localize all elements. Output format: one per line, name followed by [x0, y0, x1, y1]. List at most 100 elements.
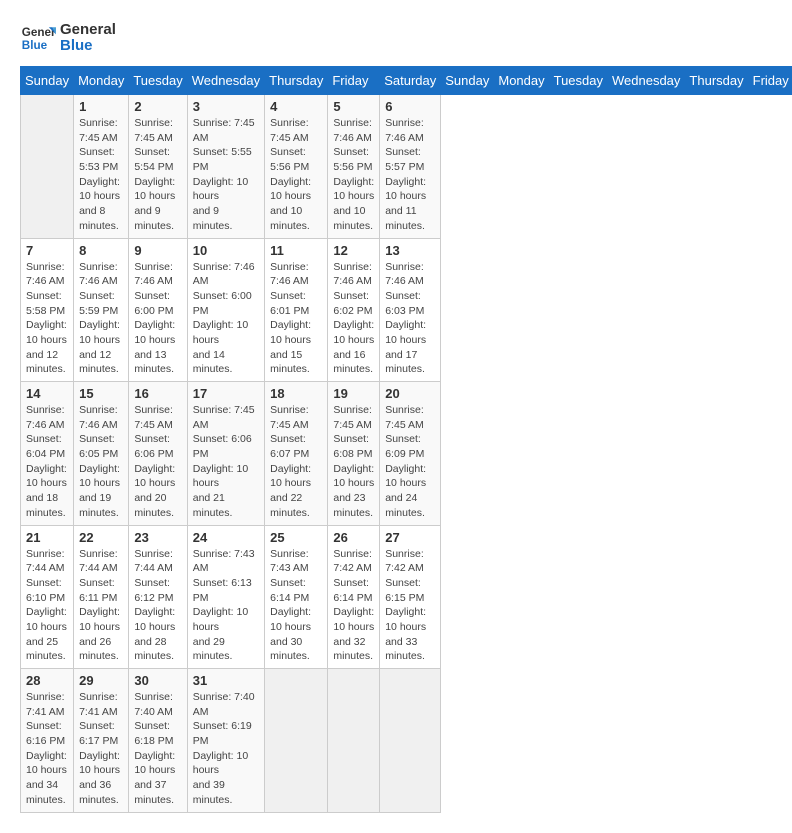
- day-info: Sunrise: 7:46 AM Sunset: 5:59 PM Dayligh…: [79, 260, 123, 378]
- calendar-cell: 17Sunrise: 7:45 AM Sunset: 6:06 PM Dayli…: [187, 382, 264, 526]
- day-info: Sunrise: 7:42 AM Sunset: 6:15 PM Dayligh…: [385, 547, 435, 665]
- day-number: 20: [385, 386, 435, 401]
- calendar-cell: 19 Sunrise: 7:45 AM Sunset: 6:08 PM Dayli…: [328, 382, 380, 526]
- day-header-wednesday: Wednesday: [608, 67, 685, 95]
- calendar-cell: 13Sunrise: 7:46 AM Sunset: 6:03 PM Dayli…: [380, 238, 441, 382]
- logo-general-text: General: [60, 21, 116, 38]
- calendar-week-row: 14 Sunrise: 7:46 AM Sunset: 6:04 PM Dayli…: [21, 382, 792, 526]
- calendar-header-row: SundayMondayTuesdayWednesdayThursdayFrid…: [21, 67, 792, 95]
- day-header-friday: Friday: [748, 67, 792, 95]
- calendar-cell: 14 Sunrise: 7:46 AM Sunset: 6:04 PM Dayli…: [21, 382, 74, 526]
- calendar-cell: 16Sunrise: 7:45 AM Sunset: 6:06 PM Dayli…: [129, 382, 187, 526]
- calendar-cell: 25 Sunrise: 7:43 AM Sunset: 6:14 PM Dayli…: [265, 525, 328, 669]
- day-number: 7: [26, 243, 68, 258]
- day-info: Sunrise: 7:45 AM Sunset: 6:06 PM Dayligh…: [134, 403, 181, 521]
- calendar-cell: 31 Sunrise: 7:40 AM Sunset: 6:19 PM Dayli…: [187, 669, 264, 813]
- day-info: Sunrise: 7:45 AM Sunset: 6:09 PM Dayligh…: [385, 403, 435, 521]
- day-number: 17: [193, 386, 259, 401]
- day-info: Sunrise: 7:45 AM Sunset: 5:54 PM Dayligh…: [134, 116, 181, 234]
- calendar-cell: 1Sunrise: 7:45 AM Sunset: 5:53 PM Daylig…: [74, 95, 129, 239]
- day-number: 9: [134, 243, 181, 258]
- calendar-cell: [328, 669, 380, 813]
- calendar-cell: 24Sunrise: 7:43 AM Sunset: 6:13 PM Dayli…: [187, 525, 264, 669]
- day-number: 30: [134, 673, 181, 688]
- day-number: 31: [193, 673, 259, 688]
- day-info: Sunrise: 7:46 AM Sunset: 6:04 PM Dayligh…: [26, 403, 68, 521]
- day-number: 19: [333, 386, 374, 401]
- day-number: 3: [193, 99, 259, 114]
- day-info: Sunrise: 7:45 AM Sunset: 5:55 PM Dayligh…: [193, 116, 259, 234]
- day-number: 22: [79, 530, 123, 545]
- calendar-cell: 21 Sunrise: 7:44 AM Sunset: 6:10 PM Dayli…: [21, 525, 74, 669]
- calendar-table: SundayMondayTuesdayWednesdayThursdayFrid…: [20, 66, 792, 813]
- calendar-cell: [265, 669, 328, 813]
- calendar-cell: 10 Sunrise: 7:46 AM Sunset: 6:00 PM Dayli…: [187, 238, 264, 382]
- day-header-friday: Friday: [328, 67, 380, 95]
- day-number: 6: [385, 99, 435, 114]
- day-info: Sunrise: 7:45 AM Sunset: 5:56 PM Dayligh…: [270, 116, 322, 234]
- day-info: Sunrise: 7:42 AM Sunset: 6:14 PM Dayligh…: [333, 547, 374, 665]
- calendar-cell: 23 Sunrise: 7:44 AM Sunset: 6:12 PM Dayli…: [129, 525, 187, 669]
- day-header-thursday: Thursday: [265, 67, 328, 95]
- day-info: Sunrise: 7:45 AM Sunset: 6:07 PM Dayligh…: [270, 403, 322, 521]
- day-info: Sunrise: 7:44 AM Sunset: 6:11 PM Dayligh…: [79, 547, 123, 665]
- logo-icon: General Blue: [20, 20, 56, 56]
- calendar-cell: 7Sunrise: 7:46 AM Sunset: 5:58 PM Daylig…: [21, 238, 74, 382]
- day-info: Sunrise: 7:46 AM Sunset: 6:02 PM Dayligh…: [333, 260, 374, 378]
- calendar-cell: 3 Sunrise: 7:45 AM Sunset: 5:55 PM Daylig…: [187, 95, 264, 239]
- day-info: Sunrise: 7:46 AM Sunset: 6:00 PM Dayligh…: [134, 260, 181, 378]
- day-number: 8: [79, 243, 123, 258]
- day-header-monday: Monday: [74, 67, 129, 95]
- calendar-cell: [380, 669, 441, 813]
- day-number: 11: [270, 243, 322, 258]
- day-header-monday: Monday: [494, 67, 549, 95]
- day-number: 21: [26, 530, 68, 545]
- day-info: Sunrise: 7:46 AM Sunset: 6:01 PM Dayligh…: [270, 260, 322, 378]
- day-number: 15: [79, 386, 123, 401]
- day-number: 18: [270, 386, 322, 401]
- calendar-week-row: 7Sunrise: 7:46 AM Sunset: 5:58 PM Daylig…: [21, 238, 792, 382]
- day-header-sunday: Sunday: [441, 67, 494, 95]
- day-info: Sunrise: 7:46 AM Sunset: 6:00 PM Dayligh…: [193, 260, 259, 378]
- day-number: 10: [193, 243, 259, 258]
- calendar-cell: 18 Sunrise: 7:45 AM Sunset: 6:07 PM Dayli…: [265, 382, 328, 526]
- day-info: Sunrise: 7:44 AM Sunset: 6:12 PM Dayligh…: [134, 547, 181, 665]
- day-number: 2: [134, 99, 181, 114]
- day-info: Sunrise: 7:46 AM Sunset: 5:56 PM Dayligh…: [333, 116, 374, 234]
- calendar-cell: 4 Sunrise: 7:45 AM Sunset: 5:56 PM Daylig…: [265, 95, 328, 239]
- calendar-cell: 26Sunrise: 7:42 AM Sunset: 6:14 PM Dayli…: [328, 525, 380, 669]
- day-number: 25: [270, 530, 322, 545]
- calendar-week-row: 28 Sunrise: 7:41 AM Sunset: 6:16 PM Dayli…: [21, 669, 792, 813]
- calendar-cell: 30Sunrise: 7:40 AM Sunset: 6:18 PM Dayli…: [129, 669, 187, 813]
- calendar-cell: 12Sunrise: 7:46 AM Sunset: 6:02 PM Dayli…: [328, 238, 380, 382]
- day-info: Sunrise: 7:46 AM Sunset: 5:57 PM Dayligh…: [385, 116, 435, 234]
- calendar-cell: 29Sunrise: 7:41 AM Sunset: 6:17 PM Dayli…: [74, 669, 129, 813]
- day-number: 4: [270, 99, 322, 114]
- calendar-cell: 9 Sunrise: 7:46 AM Sunset: 6:00 PM Daylig…: [129, 238, 187, 382]
- day-info: Sunrise: 7:43 AM Sunset: 6:14 PM Dayligh…: [270, 547, 322, 665]
- logo-blue-text: Blue: [60, 37, 93, 54]
- day-number: 28: [26, 673, 68, 688]
- day-number: 1: [79, 99, 123, 114]
- day-number: 5: [333, 99, 374, 114]
- calendar-cell: 15 Sunrise: 7:46 AM Sunset: 6:05 PM Dayli…: [74, 382, 129, 526]
- day-header-tuesday: Tuesday: [549, 67, 607, 95]
- calendar-cell: 11 Sunrise: 7:46 AM Sunset: 6:01 PM Dayli…: [265, 238, 328, 382]
- day-info: Sunrise: 7:46 AM Sunset: 6:05 PM Dayligh…: [79, 403, 123, 521]
- day-number: 23: [134, 530, 181, 545]
- page-header: General Blue General Blue: [20, 20, 772, 56]
- calendar-week-row: 1Sunrise: 7:45 AM Sunset: 5:53 PM Daylig…: [21, 95, 792, 239]
- day-info: Sunrise: 7:41 AM Sunset: 6:16 PM Dayligh…: [26, 690, 68, 808]
- svg-text:Blue: Blue: [22, 39, 48, 52]
- calendar-cell: 22 Sunrise: 7:44 AM Sunset: 6:11 PM Dayli…: [74, 525, 129, 669]
- day-number: 14: [26, 386, 68, 401]
- day-number: 24: [193, 530, 259, 545]
- day-info: Sunrise: 7:40 AM Sunset: 6:19 PM Dayligh…: [193, 690, 259, 808]
- day-info: Sunrise: 7:44 AM Sunset: 6:10 PM Dayligh…: [26, 547, 68, 665]
- calendar-cell: 28 Sunrise: 7:41 AM Sunset: 6:16 PM Dayli…: [21, 669, 74, 813]
- day-number: 27: [385, 530, 435, 545]
- day-info: Sunrise: 7:46 AM Sunset: 6:03 PM Dayligh…: [385, 260, 435, 378]
- day-info: Sunrise: 7:41 AM Sunset: 6:17 PM Dayligh…: [79, 690, 123, 808]
- day-header-saturday: Saturday: [380, 67, 441, 95]
- day-info: Sunrise: 7:45 AM Sunset: 6:08 PM Dayligh…: [333, 403, 374, 521]
